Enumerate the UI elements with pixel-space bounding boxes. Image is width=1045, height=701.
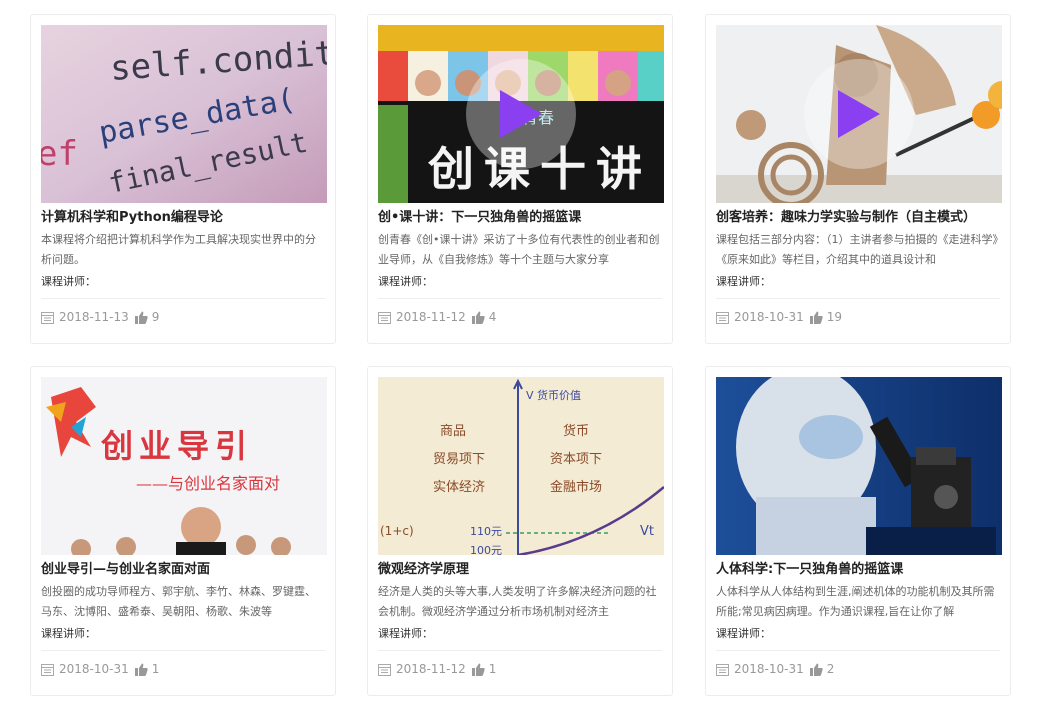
banner-title: 创业导引 [100,427,253,465]
course-description: 本课程将介绍把计算机科学作为工具解决现实世界中的分析问题。 [41,233,316,266]
course-date: 2018-11-12 [396,662,466,676]
course-description: 人体科学从人体结构到生涯,阐述机体的功能机制及其所需所能;常见病因病理。作为通识… [716,585,995,618]
course-meta: 2018-10-31 19 [716,309,1000,325]
label-100: 100元 [470,544,502,555]
course-card[interactable]: V 货币价值 商品 货币 贸易项下 资本项下 实体经济 金融市场 (1+c) 1… [367,366,673,696]
course-date: 2018-10-31 [734,662,804,676]
thumbs-up-icon[interactable] [809,311,823,324]
calendar-icon [378,663,391,676]
startup-banner-image: 创业导引 ——与创业名家面对 [41,377,327,555]
label-formula: (1+c) [380,524,414,538]
course-title[interactable]: 创业导引—与创业名家面对面 [41,561,325,579]
course-teacher-label: 课程讲师： [41,627,96,640]
course-likes: 2 [826,662,835,676]
course-card[interactable]: 创青春 创课十讲 创•课十讲：下一只独角兽的摇篮课 创青春《创•课十讲》采访了十… [367,14,673,344]
course-thumbnail[interactable]: 创青春 创课十讲 [378,25,664,203]
code-line-4: ef [41,134,78,174]
course-thumbnail[interactable]: 创业导引 ——与创业名家面对 [41,377,327,555]
course-description: 经济是人类的头等大事,人类发明了许多解决经济问题的社会机制。微观经济学通过分析市… [378,585,657,618]
course-likes: 9 [151,310,160,324]
divider [41,298,325,299]
label-110: 110元 [470,525,502,538]
thumbs-up-icon[interactable] [134,663,148,676]
course-likes: 1 [488,662,497,676]
course-grid: self.condit parse_data( final_result ef … [0,0,1045,701]
axis-label: V 货币价值 [526,388,581,402]
label-trade: 贸易项下 [433,452,485,467]
thumbs-up-icon[interactable] [471,311,485,324]
economics-chart-image: V 货币价值 商品 货币 贸易项下 资本项下 实体经济 金融市场 (1+c) 1… [378,377,664,555]
course-title[interactable]: 创•课十讲：下一只独角兽的摇篮课 [378,209,662,227]
course-title[interactable]: 微观经济学原理 [378,561,662,579]
course-teacher-label: 课程讲师： [378,627,433,640]
course-description: 创投圈的成功导师程方、郭宇航、李竹、林森、罗键霆、马东、沈博阳、盛希泰、吴朝阳、… [41,585,316,618]
label-real-economy: 实体经济 [433,480,485,495]
calendar-icon [716,663,729,676]
course-teacher-label: 课程讲师： [378,275,433,288]
course-card[interactable]: 创业导引 ——与创业名家面对 创业导引—与创业名家面对面 创投圈的成功导师程方、… [30,366,336,696]
calendar-icon [41,663,54,676]
course-meta: 2018-10-31 2 [716,661,1000,677]
divider [378,298,662,299]
thumbs-up-icon[interactable] [134,311,148,324]
course-likes: 4 [488,310,497,324]
calendar-icon [378,311,391,324]
divider [716,650,1000,651]
course-teacher-label: 课程讲师： [716,275,771,288]
course-meta: 2018-10-31 1 [41,661,325,677]
microscope-lab-image [716,377,1002,555]
course-card[interactable]: 创客培养：趣味力学实验与制作（自主模式） 课程包括三部分内容：（1）主讲者参与拍… [705,14,1011,344]
label-capital: 资本项下 [550,452,602,467]
play-icon [500,90,542,138]
course-card[interactable]: 人体科学:下一只独角兽的摇篮课 人体科学从人体结构到生涯,阐述机体的功能机制及其… [705,366,1011,696]
course-title[interactable]: 创客培养：趣味力学实验与制作（自主模式） [716,209,1000,227]
course-description: 课程包括三部分内容：（1）主讲者参与拍摄的《走进科学》《原来如此》等栏目，介绍其… [716,233,998,266]
course-likes: 1 [151,662,160,676]
course-teacher-label: 课程讲师： [41,275,96,288]
code-screen-image: self.condit parse_data( final_result ef [41,25,327,203]
course-teacher-label: 课程讲师： [716,627,771,640]
play-button[interactable] [804,59,914,169]
course-meta: 2018-11-12 4 [378,309,662,325]
divider [378,650,662,651]
course-thumbnail[interactable]: self.condit parse_data( final_result ef [41,25,327,203]
course-card[interactable]: self.condit parse_data( final_result ef … [30,14,336,344]
label-money: 货币 [563,423,589,439]
course-thumbnail[interactable]: V 货币价值 商品 货币 贸易项下 资本项下 实体经济 金融市场 (1+c) 1… [378,377,664,555]
course-title[interactable]: 人体科学:下一只独角兽的摇篮课 [716,561,1000,579]
course-description: 创青春《创•课十讲》采访了十多位有代表性的创业者和创业导师，从《自我修炼》等十个… [378,233,660,266]
course-thumbnail[interactable] [716,25,1002,203]
course-likes: 19 [826,310,843,324]
thumbs-up-icon[interactable] [471,663,485,676]
thumbs-up-icon[interactable] [809,663,823,676]
divider [41,650,325,651]
course-date: 2018-11-13 [59,310,129,324]
label-financial-market: 金融市场 [550,479,602,495]
calendar-icon [41,311,54,324]
course-title[interactable]: 计算机科学和Python编程导论 [41,209,325,227]
label-vt: Vt [640,524,654,539]
play-button[interactable] [466,59,576,169]
banner-subtitle: ——与创业名家面对 [136,474,280,493]
course-date: 2018-11-12 [396,310,466,324]
divider [716,298,1000,299]
course-meta: 2018-11-13 9 [41,309,325,325]
label-goods: 商品 [440,424,466,439]
course-date: 2018-10-31 [734,310,804,324]
calendar-icon [716,311,729,324]
course-date: 2018-10-31 [59,662,129,676]
course-thumbnail[interactable] [716,377,1002,555]
play-icon [838,90,880,138]
course-meta: 2018-11-12 1 [378,661,662,677]
